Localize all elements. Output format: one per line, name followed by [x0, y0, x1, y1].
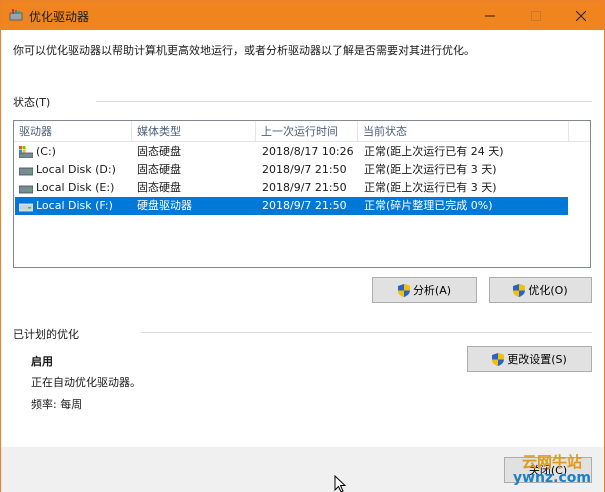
status-section-label: 状态(T) [13, 96, 51, 109]
window-title: 优化驱动器 [29, 10, 90, 24]
mouse-pointer-icon [334, 475, 346, 492]
schedule-frequency: 频率: 每周 [31, 398, 83, 411]
uac-shield-icon [492, 352, 505, 366]
change-settings-button-label: 更改设置(S) [507, 353, 567, 366]
column-header-last-run[interactable]: 上一次运行时间 [256, 121, 358, 142]
change-settings-button[interactable]: 更改设置(S) [467, 346, 592, 372]
drive-row-e[interactable]: Local Disk (E:) 固态硬盘 2018/9/7 21:50 正常(距… [15, 179, 568, 197]
current-status: 正常(距上次运行已有 3 天) [364, 163, 497, 176]
last-run-time: 2018/9/7 21:50 [262, 163, 347, 176]
drive-name: Local Disk (F:) [36, 199, 113, 212]
optimize-drives-window: 优化驱动器 你可以优化驱动器以帮助计算机更高效地运行，或者分析驱动器以了解是否需… [0, 0, 605, 492]
status-divider [96, 101, 592, 102]
ssd-drive-icon [19, 185, 33, 194]
media-type: 固态硬盘 [137, 163, 181, 176]
last-run-time: 2018/9/7 21:50 [262, 199, 347, 212]
schedule-info: 正在自动优化驱动器。 [31, 376, 141, 389]
optimize-drives-app-icon [9, 9, 23, 21]
drive-name: Local Disk (E:) [36, 181, 115, 194]
drive-row-f[interactable]: Local Disk (F:) 硬盘驱动器 2018/9/7 21:50 正常(… [15, 197, 568, 215]
site-watermark: 云网牛站 ywnz.com [513, 454, 591, 486]
drive-row-c[interactable]: (C:) 固态硬盘 2018/8/17 10:26 正常(距上次运行已有 24 … [15, 143, 568, 161]
uac-shield-icon [513, 283, 526, 297]
ssd-drive-icon [19, 146, 33, 158]
scheduled-divider [141, 332, 592, 333]
current-status: 正常(碎片整理已完成 0%) [364, 199, 493, 212]
ssd-drive-icon [19, 167, 33, 176]
media-type: 固态硬盘 [137, 145, 181, 158]
media-type: 固态硬盘 [137, 181, 181, 194]
column-header-status[interactable]: 当前状态 [358, 121, 569, 142]
analyze-button-label: 分析(A) [412, 284, 452, 297]
watermark-line-1: 云网牛站 [521, 453, 582, 471]
drives-list-header: 驱动器 媒体类型 上一次运行时间 当前状态 [14, 121, 590, 142]
uac-shield-icon [397, 283, 410, 297]
current-status: 正常(距上次运行已有 24 天) [364, 145, 504, 158]
maximize-button[interactable] [513, 1, 559, 30]
close-icon [576, 10, 586, 21]
scheduled-section-label: 已计划的优化 [13, 328, 79, 341]
column-header-media-type[interactable]: 媒体类型 [132, 121, 256, 142]
schedule-state: 启用 [31, 355, 53, 368]
drive-row-d[interactable]: Local Disk (D:) 固态硬盘 2018/9/7 21:50 正常(距… [15, 161, 568, 179]
hdd-drive-icon [19, 203, 33, 212]
minimize-icon [485, 15, 495, 16]
description-text: 你可以优化驱动器以帮助计算机更高效地运行，或者分析驱动器以了解是否需要对其进行优… [13, 44, 475, 57]
optimize-button-label: 优化(O) [528, 284, 568, 297]
maximize-icon [531, 10, 541, 21]
media-type: 硬盘驱动器 [137, 199, 192, 212]
title-bar[interactable]: 优化驱动器 [1, 1, 604, 30]
watermark-line-2: ywnz.com [513, 469, 591, 486]
analyze-button[interactable]: 分析(A) [372, 277, 477, 303]
optimize-button[interactable]: 优化(O) [489, 277, 592, 303]
drive-name: Local Disk (D:) [36, 163, 116, 176]
current-status: 正常(距上次运行已有 3 天) [364, 181, 497, 194]
window-close-button[interactable] [558, 1, 604, 30]
drives-list[interactable]: 驱动器 媒体类型 上一次运行时间 当前状态 (C:) 固态硬盘 2018/8/1… [13, 120, 591, 268]
column-header-drive[interactable]: 驱动器 [14, 121, 132, 142]
minimize-button[interactable] [467, 1, 513, 30]
drive-name: (C:) [36, 145, 56, 158]
last-run-time: 2018/9/7 21:50 [262, 181, 347, 194]
last-run-time: 2018/8/17 10:26 [262, 145, 354, 158]
